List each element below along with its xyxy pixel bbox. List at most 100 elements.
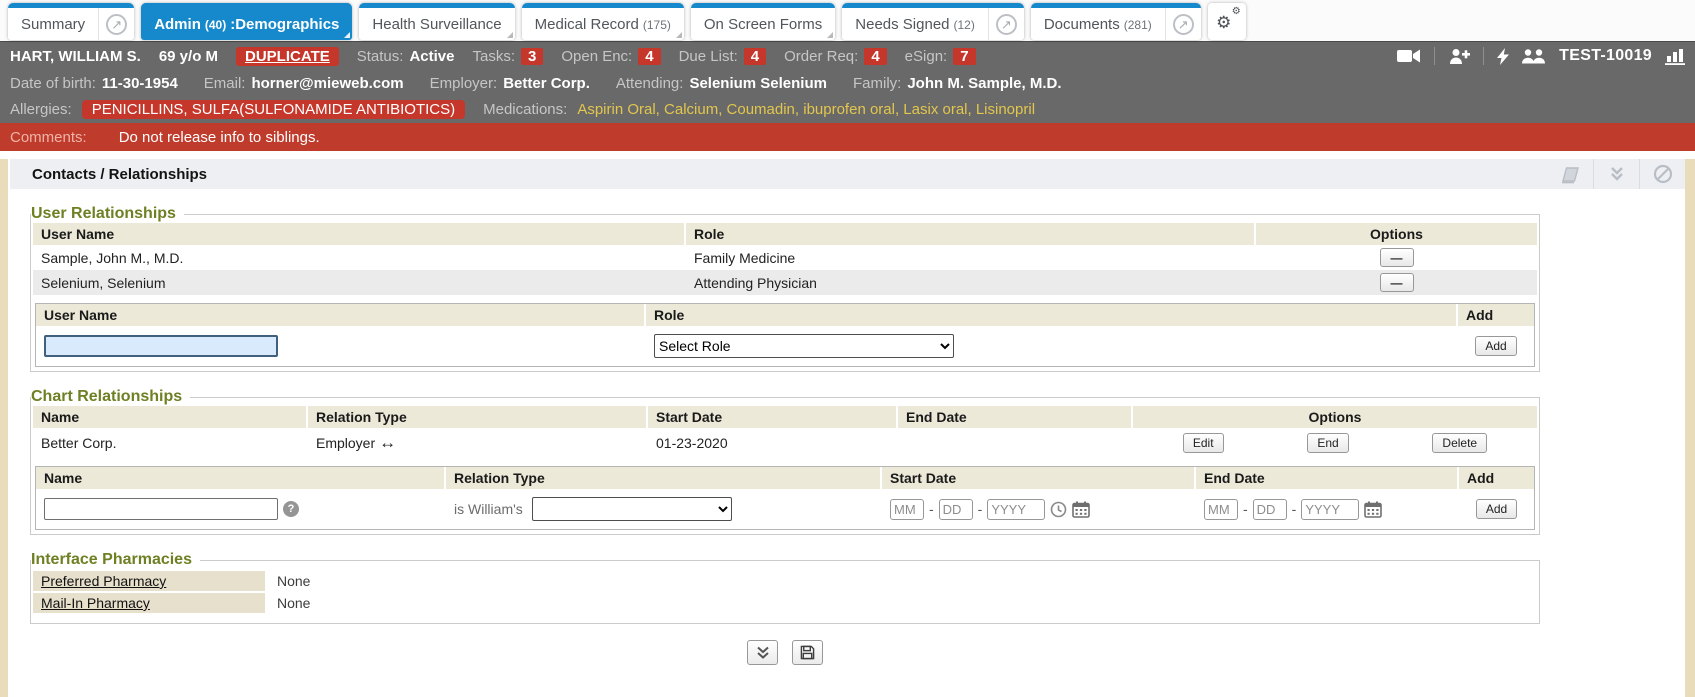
- print-book-icon[interactable]: [1547, 159, 1593, 189]
- calendar-icon[interactable]: [1072, 501, 1090, 518]
- panel-title: Contacts / Relationships: [32, 166, 207, 183]
- column-header-role: Role: [686, 223, 1256, 245]
- bidirectional-arrow-icon: ↔: [379, 433, 396, 453]
- remove-relationship-button[interactable]: —: [1380, 248, 1414, 267]
- add-chart-header-row: Name Relation Type Start Date End Date A…: [36, 467, 1534, 489]
- table-row: Sample, John M., M.D. Family Medicine —: [33, 245, 1537, 270]
- list-item: Mail-In Pharmacy None: [33, 593, 1537, 613]
- edit-relationship-button[interactable]: Edit: [1183, 433, 1224, 453]
- open-enc-count-badge[interactable]: 4: [638, 48, 660, 65]
- end-day-input[interactable]: [1253, 499, 1287, 520]
- column-header-user-name: User Name: [36, 304, 646, 326]
- disable-ban-icon[interactable]: [1639, 159, 1685, 189]
- start-day-input[interactable]: [939, 499, 973, 520]
- clock-icon[interactable]: [1050, 501, 1067, 518]
- user-name-input[interactable]: [44, 335, 278, 357]
- column-header-end-date: End Date: [898, 406, 1133, 428]
- order-req-count-badge[interactable]: 4: [864, 48, 886, 65]
- expand-more-button[interactable]: [747, 640, 778, 665]
- delete-relationship-button[interactable]: Delete: [1432, 433, 1487, 453]
- esign-count-badge[interactable]: 7: [953, 48, 975, 65]
- chart-stats-icon[interactable]: [1665, 48, 1685, 65]
- user-relationships-section: User Relationships User Name Role Option…: [30, 205, 1540, 372]
- allergies-badge[interactable]: PENICILLINS, SULFA(SULFONAMIDE ANTIBIOTI…: [82, 100, 465, 119]
- divider: [1434, 47, 1435, 65]
- floppy-disk-icon: [800, 645, 815, 660]
- chart-relationships-section: Chart Relationships Name Relation Type S…: [30, 388, 1540, 535]
- end-year-input[interactable]: [1301, 499, 1359, 520]
- tab-medical-record[interactable]: Medical Record (175): [522, 3, 684, 40]
- relation-name-input[interactable]: [44, 498, 278, 520]
- relation-type-select[interactable]: [532, 497, 732, 521]
- tab-on-screen-forms-label: On Screen Forms: [704, 16, 822, 33]
- gear-icon: ⚙: [1216, 14, 1231, 31]
- tasks-count-badge[interactable]: 3: [521, 48, 543, 65]
- save-button[interactable]: [792, 640, 823, 665]
- column-header-name: Name: [33, 406, 308, 428]
- column-header-start-date: Start Date: [648, 406, 898, 428]
- user-name-cell: Selenium, Selenium: [33, 270, 686, 295]
- add-user-header-row: User Name Role Add: [36, 304, 1534, 326]
- tab-documents-popout-button[interactable]: ↗: [1165, 8, 1201, 40]
- mail-in-pharmacy-link[interactable]: Mail-In Pharmacy: [41, 595, 150, 611]
- medications-list[interactable]: Aspirin Oral, Calcium, Coumadin, ibuprof…: [577, 101, 1035, 118]
- tab-documents-count: (281): [1124, 17, 1152, 32]
- tab-documents[interactable]: Documents (281) ↗: [1031, 3, 1201, 40]
- attending-value: Selenium Selenium: [689, 75, 827, 92]
- open-enc-label: Open Enc:: [561, 48, 632, 65]
- role-select[interactable]: Select Role: [654, 334, 954, 358]
- popout-icon: ↗: [106, 14, 127, 35]
- chevron-double-down-icon: [756, 646, 770, 659]
- table-row: Selenium, Selenium Attending Physician —: [33, 270, 1537, 295]
- relation-prefix-text: is William's: [454, 501, 523, 517]
- tab-documents-label: Documents: [1044, 16, 1120, 33]
- panel-header: Contacts / Relationships: [10, 159, 1685, 189]
- dob-value: 11-30-1954: [102, 75, 178, 92]
- preferred-pharmacy-link[interactable]: Preferred Pharmacy: [41, 573, 166, 589]
- due-list-count-badge[interactable]: 4: [744, 48, 766, 65]
- tab-medical-record-label: Medical Record: [535, 16, 639, 33]
- patient-info-bar: Date of birth: 11-30-1954 Email: horner@…: [0, 70, 1695, 96]
- tab-needs-signed[interactable]: Needs Signed (12) ↗: [842, 3, 1024, 40]
- duplicate-badge[interactable]: DUPLICATE: [236, 47, 339, 66]
- video-camera-icon[interactable]: [1397, 48, 1421, 64]
- lightning-bolt-icon[interactable]: [1497, 48, 1509, 65]
- chart-relationships-title: Chart Relationships: [31, 388, 190, 406]
- end-month-input[interactable]: [1204, 499, 1238, 520]
- start-month-input[interactable]: [890, 499, 924, 520]
- list-item: Preferred Pharmacy None: [33, 571, 1537, 591]
- collapse-double-chevron-icon[interactable]: [1593, 159, 1639, 189]
- settings-gear-button[interactable]: ⚙ ⚙: [1208, 3, 1246, 40]
- add-person-icon[interactable]: [1448, 48, 1470, 65]
- tab-needs-signed-label: Needs Signed: [855, 16, 949, 33]
- tab-admin-suffix: :Demographics: [230, 16, 339, 33]
- column-header-relation-type: Relation Type: [308, 406, 648, 428]
- dob-label: Date of birth:: [10, 75, 96, 92]
- two-people-icon[interactable]: [1522, 49, 1546, 64]
- role-cell: Family Medicine: [686, 245, 1256, 270]
- tab-admin-demographics[interactable]: Admin (40) :Demographics: [141, 3, 352, 40]
- mail-in-pharmacy-value: None: [265, 595, 310, 611]
- remove-relationship-button[interactable]: —: [1380, 273, 1414, 292]
- patient-id: TEST-10019: [1559, 47, 1652, 65]
- end-relationship-button[interactable]: End: [1307, 433, 1348, 453]
- start-year-input[interactable]: [987, 499, 1045, 520]
- patient-header-bar: HART, WILLIAM S. 69 y/o M DUPLICATE Stat…: [0, 41, 1695, 70]
- tab-health-surveillance[interactable]: Health Surveillance: [359, 3, 514, 40]
- column-header-options: Options: [1256, 223, 1537, 245]
- add-chart-relationship-button[interactable]: Add: [1476, 499, 1517, 519]
- help-icon[interactable]: ?: [283, 501, 299, 517]
- column-header-role: Role: [646, 304, 1458, 326]
- calendar-icon[interactable]: [1364, 501, 1382, 518]
- column-header-start-date: Start Date: [882, 467, 1196, 489]
- tab-summary-popout-button[interactable]: ↗: [98, 8, 134, 40]
- tab-summary[interactable]: Summary ↗: [8, 3, 134, 40]
- preferred-pharmacy-value: None: [265, 573, 310, 589]
- add-user-relationship-button[interactable]: Add: [1475, 336, 1516, 356]
- tab-needs-signed-popout-button[interactable]: ↗: [988, 8, 1024, 40]
- start-date-cell: 01-23-2020: [648, 430, 898, 456]
- tab-on-screen-forms[interactable]: On Screen Forms: [691, 3, 835, 40]
- add-user-relationship-box: User Name Role Add Select Role Add: [35, 303, 1535, 367]
- tab-admin-count: (40): [205, 17, 226, 32]
- gear-small-icon: ⚙: [1232, 7, 1241, 17]
